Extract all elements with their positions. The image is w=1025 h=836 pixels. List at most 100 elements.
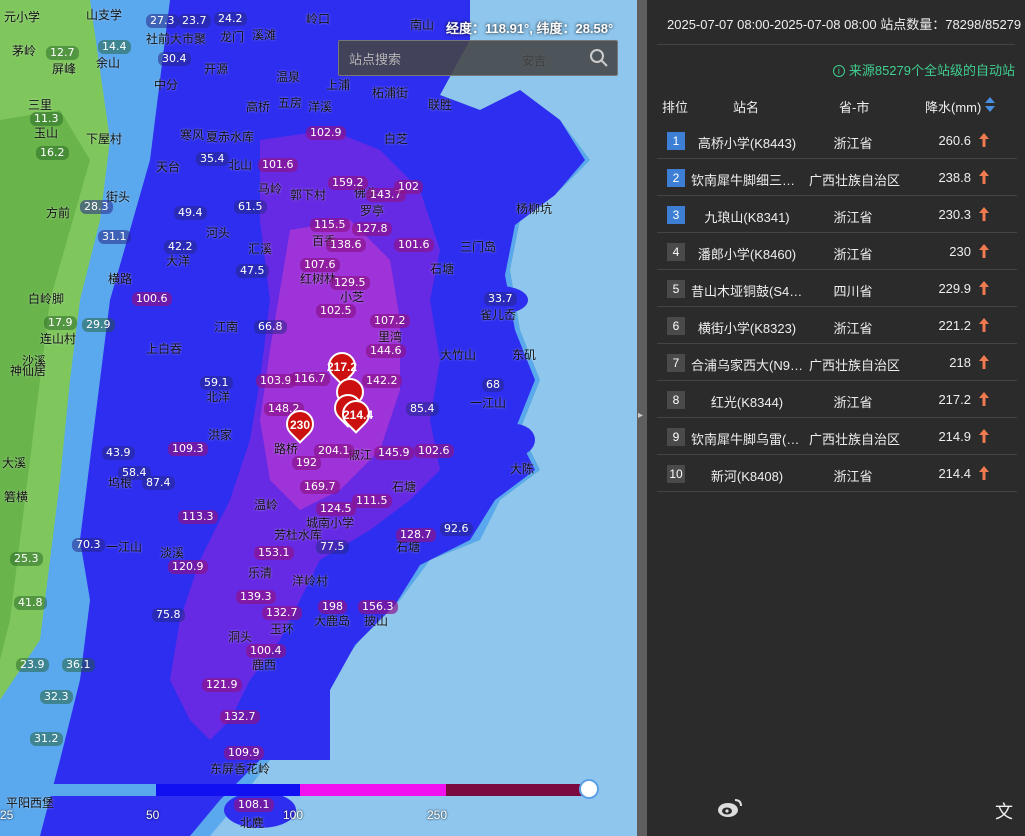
arrow-up-icon <box>979 207 989 224</box>
place-label: 横路 <box>108 272 133 286</box>
rain-value-high: 138.6 <box>326 238 366 252</box>
place-label: 石塘 <box>392 480 417 494</box>
rank-badge: 8 <box>667 391 685 409</box>
province-name: 浙江省 <box>833 136 873 151</box>
place-label: 方前 <box>46 206 71 220</box>
time-range-and-station-count: 2025-07-07 08:00-2025-07-08 08:00 站点数量：7… <box>667 17 1022 32</box>
table-row[interactable]: 2 钦南犀牛脚细三墩… 广西壮族自治区 238.8 <box>657 159 1017 196</box>
province-name: 广西壮族自治区 <box>809 358 901 373</box>
rainfall-value: 217.2 <box>938 392 971 407</box>
arrow-up-icon <box>979 281 989 298</box>
rain-value: 42.2 <box>164 240 197 254</box>
table-row[interactable]: 9 钦南犀牛脚乌雷(N… 广西壮族自治区 214.9 <box>657 418 1017 455</box>
station-pin-label: 230 <box>289 418 311 432</box>
source-note-text: 来源85279个全站级的自动站 <box>848 63 1015 78</box>
column-header-rain[interactable]: 降水(mm) <box>925 97 981 116</box>
column-header-station: 站名 <box>733 100 760 115</box>
rank-badge: 7 <box>667 354 685 372</box>
rain-value: 11.3 <box>30 112 63 126</box>
place-label: 一江山 <box>106 540 143 554</box>
search-icon[interactable] <box>589 48 609 73</box>
place-label: 开源 <box>204 62 229 76</box>
place-label: 元小学 <box>4 10 41 24</box>
place-label: 柘浦街 <box>372 86 409 100</box>
place-label: 大鹿岛 <box>314 614 351 628</box>
arrow-up-icon <box>979 318 989 335</box>
place-label: 温岭 <box>254 498 279 512</box>
place-label: 余山 <box>96 56 121 70</box>
rain-value-high: 102.6 <box>414 444 454 458</box>
place-label: 大洋 <box>166 254 191 268</box>
station-search-box[interactable] <box>338 40 618 76</box>
rainfall-value: 214.4 <box>938 466 971 481</box>
station-name: 高桥小学(K8443) <box>697 136 797 151</box>
place-label: 白芝 <box>384 132 409 146</box>
rain-value: 87.4 <box>142 476 175 490</box>
rainfall-value: 229.9 <box>938 281 971 296</box>
rain-value-high: 198 <box>318 600 347 614</box>
rainfall-value: 230.3 <box>938 207 971 222</box>
table-row[interactable]: 5 昔山木垭铜鼓(S43… 四川省 229.9 <box>657 270 1017 307</box>
panel-collapse-handle[interactable]: ▸ <box>637 0 647 836</box>
collapse-arrow-icon[interactable]: ▸ <box>638 410 643 421</box>
rank-badge: 1 <box>667 132 685 150</box>
place-label: 马岭 <box>258 182 283 196</box>
place-label: 披山 <box>364 614 389 628</box>
place-label: 大溪 <box>2 456 27 470</box>
rank-badge: 3 <box>667 206 685 224</box>
place-label: 东屏香花岭 <box>210 762 271 776</box>
rain-value: 16.2 <box>36 146 69 160</box>
rain-value: 24.2 <box>214 12 247 26</box>
rain-value-high: 107.2 <box>370 314 410 328</box>
rain-value-high: 153.1 <box>254 546 294 560</box>
legend-slider-handle[interactable] <box>579 779 599 799</box>
rain-value-high: 102.5 <box>316 304 356 318</box>
place-label: 东矶 <box>512 348 537 362</box>
rank-badge: 10 <box>667 465 685 483</box>
rain-value: 68 <box>482 378 504 392</box>
table-row[interactable]: 10 新河(K8408) 浙江省 214.4 <box>657 455 1017 492</box>
rain-value: 27.3 <box>146 14 179 28</box>
rank-badge: 9 <box>667 428 685 446</box>
table-row[interactable]: 6 横街小学(K8323) 浙江省 221.2 <box>657 307 1017 344</box>
rain-value-high: 121.9 <box>202 678 242 692</box>
place-label: 里湾 <box>378 330 403 344</box>
table-row[interactable]: 7 合浦乌家西大(N9… 广西壮族自治区 218 <box>657 344 1017 381</box>
rank-badge: 4 <box>667 243 685 261</box>
rain-value-high: 107.6 <box>300 258 340 272</box>
rain-value: 33.7 <box>484 292 517 306</box>
table-row[interactable]: 8 红光(K8344) 浙江省 217.2 <box>657 381 1017 418</box>
table-row[interactable]: 1 高桥小学(K8443) 浙江省 260.6 <box>657 122 1017 159</box>
table-row[interactable]: 4 潘郎小学(K8460) 浙江省 230 <box>657 233 1017 270</box>
place-label: 洋溪 <box>308 100 333 114</box>
rain-value-high: 144.6 <box>366 344 406 358</box>
info-icon: i <box>832 65 845 77</box>
place-label: 茅岭 <box>12 44 37 58</box>
rain-value-high: 192 <box>292 456 321 470</box>
place-label: 白岭脚 <box>28 292 65 306</box>
column-header-province: 省-市 <box>839 100 870 115</box>
place-label: 三门岛 <box>460 240 497 254</box>
rain-value: 77.5 <box>316 540 349 554</box>
rain-value: 14.4 <box>98 40 131 54</box>
rain-value: 25.3 <box>10 552 43 566</box>
rain-value-high: 128.7 <box>396 528 436 542</box>
rain-value: 28.3 <box>80 200 113 214</box>
station-search-input[interactable] <box>349 49 579 69</box>
station-name: 钦南犀牛脚乌雷(N… <box>691 432 803 447</box>
place-label: 玉环 <box>270 622 295 636</box>
rainfall-map[interactable]: 元小学 山支学 龙门 岭口 南山 茅岭 社前大市聚 溪滩 开源 安吉 屏峰 余山… <box>0 0 637 836</box>
arrow-up-icon <box>979 244 989 261</box>
sort-icon[interactable] <box>985 96 995 114</box>
place-label: 鹿西 <box>252 658 277 672</box>
place-label: 一江山 <box>470 396 507 410</box>
rainfall-value: 214.9 <box>938 429 971 444</box>
rain-value-high: 129.5 <box>330 276 370 290</box>
rain-value-high: 102 <box>394 180 423 194</box>
table-row[interactable]: 3 九琅山(K8341) 浙江省 230.3 <box>657 196 1017 233</box>
place-label: 洞头 <box>228 630 253 644</box>
rain-value-high: 115.5 <box>310 218 350 232</box>
ranking-panel: 2025-07-07 08:00-2025-07-08 08:00 站点数量：7… <box>647 0 1025 836</box>
rain-value-high: 145.9 <box>374 446 414 460</box>
arrow-up-icon <box>979 355 989 372</box>
